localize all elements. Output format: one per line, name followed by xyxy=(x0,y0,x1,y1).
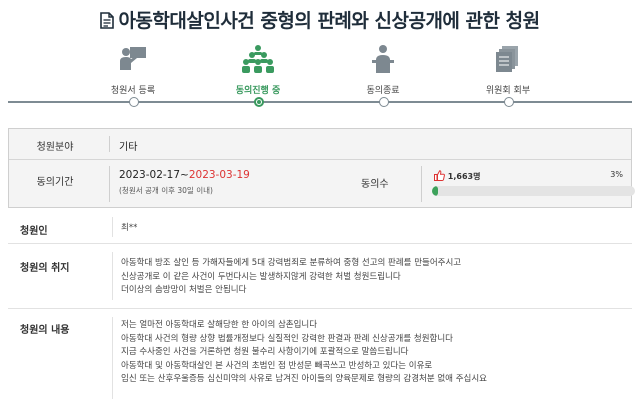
section-divider xyxy=(8,243,632,244)
body-label: 청원의 내용 xyxy=(20,325,70,336)
agree-count: 1,663명 xyxy=(434,170,480,183)
step-dot xyxy=(504,97,514,107)
purpose-line: 더이상의 솜방망이 처벌은 안됩니다 xyxy=(121,285,247,295)
petitioner-value: 최** xyxy=(121,223,138,233)
field-value: 기타 xyxy=(119,142,138,153)
period-value: 2023-02-17~2023-03-19 (청원서 공개 이후 30일 이내) xyxy=(119,169,250,196)
period-end: 2023-03-19 xyxy=(188,169,250,181)
agree-percent: 3% xyxy=(610,170,623,179)
step-dot xyxy=(379,97,389,107)
divider xyxy=(109,166,110,202)
page-title-text: 아동학대살인사건 중형의 판례와 신상공개에 관한 청원 xyxy=(118,10,540,32)
body-line: 아동학대 및 아동학대살인 본 사건의 초범인 점 반성문 빼곡쓰고 반성하고 … xyxy=(121,360,433,371)
purpose-line: 신상공개로 이 같은 사건이 두번다시는 발생하지않게 강력한 처벌 청원드립니… xyxy=(121,271,401,282)
petitioner-label: 청원인 xyxy=(20,226,48,237)
agree-progress-bar xyxy=(432,186,635,196)
step-label: 동의종료 xyxy=(366,86,400,96)
petition-field-row: 청원분야 기타 xyxy=(9,129,631,160)
step-agreement-ended: 동의종료 xyxy=(338,40,428,96)
divider xyxy=(112,252,113,300)
purpose-line: 아동학대 방조 살인 등 가해자들에게 5대 강력범죄로 분류하여 중형 선고의… xyxy=(121,258,462,268)
divider xyxy=(421,166,422,202)
podium-speaker-icon xyxy=(338,40,428,74)
page-title: 아동학대살인사건 중형의 판례와 신상공개에 관한 청원 xyxy=(0,6,640,34)
purpose-label: 청원의 취지 xyxy=(20,263,70,274)
progress-track xyxy=(8,101,632,103)
step-committee-referral: 위원회 회부 xyxy=(463,40,553,96)
agree-count-label: 동의수 xyxy=(361,179,389,190)
body-line: 아동학대 사건의 형량 상향 법률개정보다 실질적인 강력한 판결과 판례 신상… xyxy=(121,333,454,344)
step-registration: 청원서 등록 xyxy=(88,40,178,96)
step-dot xyxy=(129,97,139,107)
petition-progress-steps: 청원서 등록 동의진행 중 동의종료 위원회 회부 xyxy=(8,40,632,110)
document-stack-icon xyxy=(463,40,553,74)
agreement-period-row: 동의기간 2023-02-17~2023-03-19 (청원서 공개 이후 30… xyxy=(9,160,635,208)
agree-count-value: 1,663명 xyxy=(447,172,481,181)
section-divider xyxy=(8,308,632,309)
presenter-icon xyxy=(88,40,178,74)
period-note: (청원서 공개 이후 30일 이내) xyxy=(119,186,213,195)
divider xyxy=(112,217,113,237)
step-label: 동의진행 중 xyxy=(235,86,281,96)
period-start: 2023-02-17~ xyxy=(119,169,189,181)
document-icon xyxy=(100,12,115,34)
divider xyxy=(109,136,110,152)
body-line: 임신 또는 산후우울증등 심신미약의 사유로 남겨진 아이들의 양육문제로 형량… xyxy=(121,374,487,384)
step-agreement-in-progress: 동의진행 중 xyxy=(213,40,303,96)
body-line: 저는 얼마전 아동학대로 살해당한 한 아이의 삼촌입니다 xyxy=(121,320,318,330)
body-text: 저는 얼마전 아동학대로 살해당한 한 아이의 삼촌입니다 아동학대 사건의 형… xyxy=(121,319,487,387)
step-label: 청원서 등록 xyxy=(110,86,156,96)
people-group-icon xyxy=(213,40,303,74)
step-label: 위원회 회부 xyxy=(485,86,531,96)
body-line: 지금 수사중인 사건을 거론하면 청원 불수리 사항이기에 포괄적으로 말씀드립… xyxy=(121,347,409,357)
petition-info-table: 청원분야 기타 동의기간 2023-02-17~2023-03-19 (청원서 … xyxy=(8,128,635,208)
step-dot-active xyxy=(254,97,264,107)
period-label: 동의기간 xyxy=(36,177,74,188)
agree-progress-fill xyxy=(432,186,439,196)
field-label: 청원분야 xyxy=(36,142,74,153)
divider xyxy=(112,317,113,399)
purpose-text: 아동학대 방조 살인 등 가해자들에게 5대 강력범죄로 분류하여 중형 선고의… xyxy=(121,257,461,298)
thumbs-up-icon xyxy=(434,170,445,183)
